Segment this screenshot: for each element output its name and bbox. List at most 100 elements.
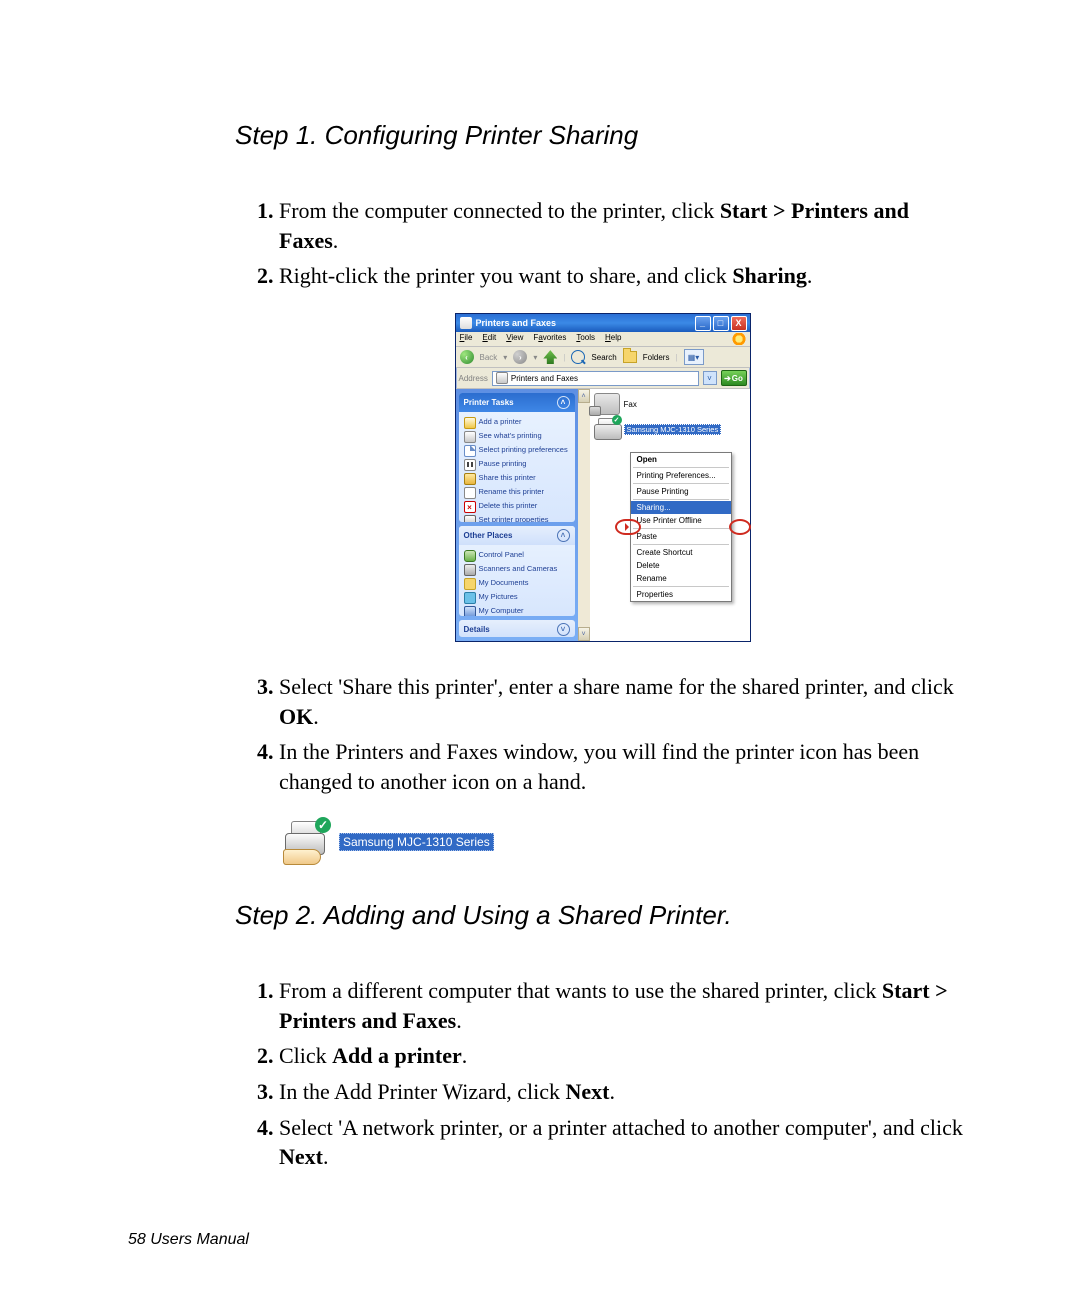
label: My Computer [479,606,524,615]
xp-window: Printers and Faxes _ □ X File Edit View … [455,313,751,642]
go-button[interactable]: ➔Go [721,370,747,386]
task-see-printing[interactable]: See what's printing [464,431,570,443]
address-icon [496,372,508,384]
task-printing-pref[interactable]: Select printing preferences [464,445,570,457]
maximize-button[interactable]: □ [713,316,729,331]
text: . [456,1008,462,1033]
place-control-panel[interactable]: Control Panel [464,550,570,562]
menu-edit[interactable]: Edit [482,333,496,345]
menu-fav[interactable]: Favorites [533,333,566,345]
address-dropdown[interactable]: ˅ [703,371,717,385]
ctx-paste[interactable]: Paste [631,530,731,543]
ctx-sharing[interactable]: Sharing... [631,501,731,514]
step2-item-4: Select 'A network printer, or a printer … [279,1113,970,1172]
menu-file[interactable]: File [460,333,473,345]
separator [633,483,729,484]
my-computer-icon [464,606,476,616]
pause-icon [464,459,476,471]
ctx-pause-printing[interactable]: Pause Printing [631,485,731,498]
ctx-use-offline[interactable]: Use Printer Offline [631,514,731,527]
place-my-pictures[interactable]: My Pictures [464,592,570,604]
step2-list: From a different computer that wants to … [235,976,970,1172]
forward-button[interactable]: › [513,350,527,364]
label: Delete this printer [479,501,538,510]
scroll-down-button[interactable]: ˅ [578,627,590,641]
label: My Pictures [479,592,518,601]
shared-printer-icon: ✓ [279,819,331,865]
page-footer: 58 Users Manual [128,1231,249,1249]
back-label: Back [480,353,498,362]
step2-item-1: From a different computer that wants to … [279,976,970,1035]
windows-logo-icon [732,333,746,345]
folders-button[interactable]: Folders [643,353,670,362]
chevron-up-icon: ˄ [557,529,570,542]
label: Rename this printer [479,487,544,496]
text: . [462,1043,468,1068]
task-pause-printing[interactable]: Pause printing [464,459,570,471]
place-scanners-cameras[interactable]: Scanners and Cameras [464,564,570,576]
menu-help[interactable]: Help [605,333,621,345]
folders-icon [623,351,637,363]
search-icon [571,350,585,364]
minimize-button[interactable]: _ [695,316,711,331]
details-panel: Details ˅ [459,620,575,637]
label: Add a printer [479,417,522,426]
delete-x-icon: × [464,501,476,513]
ctx-open[interactable]: Open [631,453,731,466]
menu-view[interactable]: View [506,333,523,345]
window-title: Printers and Faxes [476,318,695,328]
step1-item-2: Right-click the printer you want to shar… [279,261,970,291]
text: . [333,228,339,253]
ctx-rename[interactable]: Rename [631,572,731,585]
callout-arrow-icon [625,523,633,531]
text: Select 'A network printer, or a printer … [279,1115,963,1140]
task-printer-properties[interactable]: Set printer properties [464,515,570,521]
bold: OK [279,704,313,729]
close-button[interactable]: X [731,316,747,331]
place-my-documents[interactable]: My Documents [464,578,570,590]
up-button[interactable] [543,350,557,364]
ctx-create-shortcut[interactable]: Create Shortcut [631,546,731,559]
printer-tasks-panel: Printer Tasks ˄ Add a printer See what's… [459,393,575,521]
label: Fax [624,400,637,409]
menu-tools[interactable]: Tools [576,333,595,345]
task-share-printer[interactable]: Share this printer [464,473,570,485]
menu-bar: File Edit View Favorites Tools Help [456,332,750,347]
label: Share this printer [479,473,536,482]
printer-selected[interactable]: ✓ Samsung MJC-1310 Series Open Printing … [594,418,746,440]
ctx-properties[interactable]: Properties [631,588,731,601]
ctx-printing-preferences[interactable]: Printing Preferences... [631,469,731,482]
search-button[interactable]: Search [591,353,616,362]
wizard-icon [464,417,476,429]
task-rename-printer[interactable]: Rename this printer [464,487,570,499]
label: Select printing preferences [479,445,568,454]
address-input[interactable]: Printers and Faxes [492,371,699,386]
place-my-computer[interactable]: My Computer [464,606,570,616]
separator [633,467,729,468]
task-delete-printer[interactable]: ×Delete this printer [464,501,570,513]
side-pane: Printer Tasks ˄ Add a printer See what's… [456,389,578,641]
step1-heading: Step 1. Configuring Printer Sharing [235,120,970,151]
task-add-printer[interactable]: Add a printer [464,417,570,429]
printer-icon [464,431,476,443]
printer-tasks-header[interactable]: Printer Tasks ˄ [459,393,575,412]
text: . [807,263,813,288]
side-scrollbar[interactable]: ˄ ˅ [578,389,590,641]
address-bar: Address Printers and Faxes ˅ ➔Go [456,368,750,389]
back-button[interactable]: ‹ [460,350,474,364]
title-bar: Printers and Faxes _ □ X [456,314,750,332]
scroll-up-button[interactable]: ˄ [578,389,590,403]
step2-item-3: In the Add Printer Wizard, click Next. [279,1077,970,1107]
bold: Next [565,1079,609,1104]
printer-fax[interactable]: Fax [594,393,746,415]
text: In the Add Printer Wizard, click [279,1079,565,1104]
details-header[interactable]: Details ˅ [459,620,575,637]
other-places-header[interactable]: Other Places ˄ [459,526,575,545]
content-pane: Fax ✓ Samsung MJC-1310 Series Open Print… [590,389,750,641]
views-button[interactable]: ▦▾ [684,349,704,365]
label: Pause printing [479,459,527,468]
text: . [323,1144,329,1169]
control-panel-icon [464,550,476,562]
camera-icon [464,564,476,576]
ctx-delete[interactable]: Delete [631,559,731,572]
